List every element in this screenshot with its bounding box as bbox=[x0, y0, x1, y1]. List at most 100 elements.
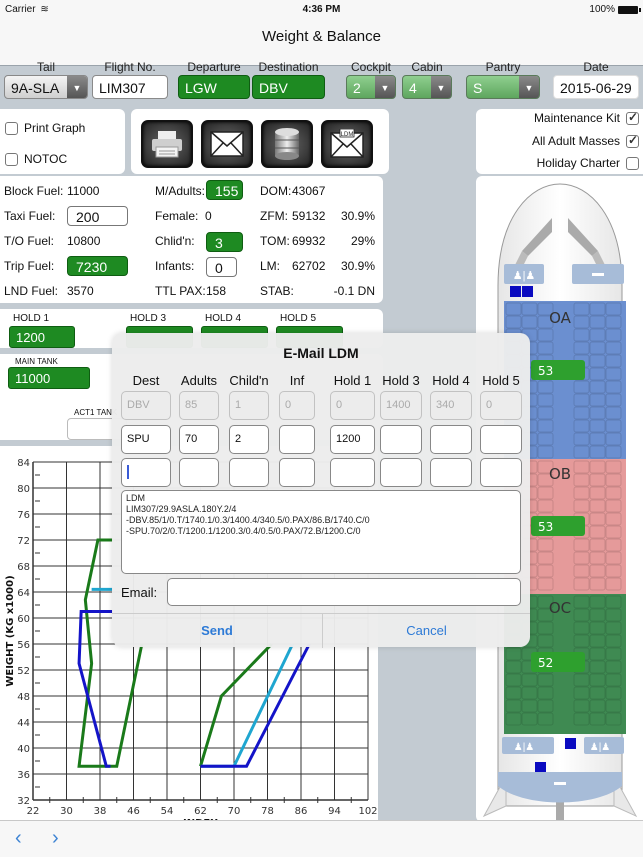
main-tank-input[interactable]: 11000 bbox=[8, 367, 90, 389]
front-galley bbox=[572, 264, 624, 284]
children-input[interactable]: 3 bbox=[206, 232, 243, 252]
y-tick-label: 84 bbox=[17, 458, 30, 469]
dom-value: 43067 bbox=[292, 184, 326, 198]
notoc-option[interactable]: NOTOC bbox=[5, 152, 67, 166]
x-tick-label: 22 bbox=[27, 806, 40, 817]
zfm-percent: 30.9% bbox=[340, 209, 375, 223]
database-button[interactable] bbox=[261, 120, 313, 168]
hold-4-label: HOLD 4 bbox=[205, 313, 242, 324]
ldm-cell-dest[interactable]: SPU bbox=[121, 425, 171, 454]
stab-label: STAB: bbox=[260, 284, 294, 298]
ldm-cell-hold-4[interactable] bbox=[430, 458, 472, 487]
crew-seat[interactable] bbox=[565, 738, 576, 749]
zone-name: OC bbox=[549, 599, 571, 617]
email-ldm-button[interactable]: LDM bbox=[321, 120, 373, 168]
trip-fuel-label: Trip Fuel: bbox=[4, 259, 55, 273]
tail-select[interactable]: 9A-SLA ▼ bbox=[4, 75, 88, 99]
adults-input[interactable]: 155 bbox=[206, 180, 243, 200]
battery-indicator: 100% bbox=[589, 4, 641, 15]
holiday-charter-option[interactable]: Holiday Charter bbox=[537, 156, 639, 170]
x-tick-label: 86 bbox=[295, 806, 308, 817]
rear-lavatory-right: ♟|♟ bbox=[584, 737, 624, 754]
maintenance-kit-option[interactable]: Maintenance Kit bbox=[534, 110, 639, 125]
chevron-down-icon: ▼ bbox=[67, 76, 87, 98]
bottom-toolbar: ‹ › bbox=[0, 820, 643, 857]
pantry-select[interactable]: S ▼ bbox=[466, 75, 540, 99]
notoc-label: NOTOC bbox=[24, 152, 68, 166]
battery-icon bbox=[618, 5, 641, 14]
ldm-cell-hold-5[interactable] bbox=[480, 458, 522, 487]
hold-1-label: HOLD 1 bbox=[13, 313, 50, 324]
ldm-cell-child-n: 1 bbox=[229, 391, 269, 420]
ldm-cell-hold-3[interactable] bbox=[380, 425, 422, 454]
ldm-message-textarea[interactable]: LDM LIM307/29.9ASLA.180Y.2/4 -DBV.85/1/0… bbox=[121, 490, 521, 574]
tom-value: 69932 bbox=[292, 234, 326, 248]
cockpit-select[interactable]: 2 ▼ bbox=[346, 75, 396, 99]
print-graph-checkbox[interactable] bbox=[5, 121, 18, 135]
departure-input[interactable]: LGW bbox=[178, 75, 250, 99]
takeoff-fuel-label: T/O Fuel: bbox=[4, 234, 55, 248]
date-input[interactable]: 2015-06-29 bbox=[553, 75, 639, 99]
crew-seat[interactable] bbox=[522, 286, 533, 297]
cancel-button[interactable]: Cancel bbox=[323, 614, 530, 648]
flight-number-input[interactable]: LIM307 bbox=[92, 75, 168, 99]
ldm-cell-hold-1: 0 bbox=[330, 391, 375, 420]
column-header: Dest bbox=[132, 373, 160, 388]
ldm-cell-hold-3[interactable] bbox=[380, 458, 422, 487]
ldm-cell-hold-1[interactable]: 1200 bbox=[330, 425, 375, 454]
ldm-cell-child-n[interactable]: 2 bbox=[229, 425, 269, 454]
x-tick-label: 54 bbox=[161, 806, 174, 817]
taxi-fuel-input[interactable]: 200 bbox=[67, 206, 128, 226]
chevron-down-icon: ▼ bbox=[375, 76, 395, 98]
destination-input[interactable]: DBV bbox=[252, 75, 325, 99]
infants-input[interactable]: 0 bbox=[206, 257, 237, 277]
infants-label: Infants: bbox=[155, 259, 195, 273]
email-label: Email: bbox=[121, 585, 158, 600]
zone-name: OB bbox=[549, 465, 571, 483]
all-adult-masses-label: All Adult Masses bbox=[531, 134, 620, 148]
load-summary-panel: Block Fuel: 11000 Taxi Fuel: 200 T/O Fue… bbox=[0, 176, 383, 303]
ldm-cell-inf[interactable] bbox=[279, 458, 315, 487]
ldm-cell-dest[interactable] bbox=[121, 458, 171, 487]
print-graph-option[interactable]: Print Graph bbox=[5, 121, 85, 135]
all-adult-masses-checkbox[interactable] bbox=[626, 133, 639, 148]
pantry-label: Pantry bbox=[485, 60, 521, 74]
forward-arrow-icon[interactable]: › bbox=[52, 827, 59, 850]
print-button[interactable] bbox=[141, 120, 193, 168]
y-tick-label: 68 bbox=[17, 562, 30, 573]
x-tick-label: 38 bbox=[94, 806, 107, 817]
ldm-cell-hold-5[interactable] bbox=[480, 425, 522, 454]
ldm-cell-adults[interactable] bbox=[179, 458, 219, 487]
ldm-cell-inf[interactable] bbox=[279, 425, 315, 454]
cabin-select[interactable]: 4 ▼ bbox=[402, 75, 452, 99]
series-line-2 bbox=[77, 610, 113, 768]
holiday-charter-checkbox[interactable] bbox=[626, 156, 639, 170]
hold-1-input[interactable]: 1200 bbox=[9, 326, 75, 348]
email-button[interactable] bbox=[201, 120, 253, 168]
destination-label: Destination bbox=[258, 60, 319, 74]
maintenance-kit-checkbox[interactable] bbox=[626, 110, 639, 125]
ldm-cell-adults[interactable]: 70 bbox=[179, 425, 219, 454]
crew-seat[interactable] bbox=[510, 286, 521, 297]
trip-fuel-input[interactable]: 7230 bbox=[67, 256, 128, 276]
column-header: Hold 5 bbox=[482, 373, 520, 388]
column-header: Child'n bbox=[229, 373, 269, 388]
front-lavatory: ♟|♟ bbox=[504, 264, 544, 284]
block-fuel-value: 11000 bbox=[67, 184, 100, 198]
email-input[interactable] bbox=[167, 578, 521, 606]
column-header: Hold 3 bbox=[382, 373, 420, 388]
ldm-cell-hold-4[interactable] bbox=[430, 425, 472, 454]
zfm-value: 59132 bbox=[292, 209, 326, 223]
restroom-icon: ♟|♟ bbox=[514, 742, 535, 753]
all-adult-masses-option[interactable]: All Adult Masses bbox=[531, 133, 639, 148]
crew-seat[interactable] bbox=[535, 762, 546, 773]
send-button[interactable]: Send bbox=[112, 614, 322, 648]
notoc-checkbox[interactable] bbox=[5, 152, 18, 166]
chevron-down-icon: ▼ bbox=[431, 76, 451, 98]
page-title: Weight & Balance bbox=[262, 28, 381, 45]
ldm-cell-child-n[interactable] bbox=[229, 458, 269, 487]
back-arrow-icon[interactable]: ‹ bbox=[15, 827, 22, 850]
tail-value: 9A-SLA bbox=[11, 80, 60, 96]
ldm-cell-hold-1[interactable] bbox=[330, 458, 375, 487]
pantry-value: S bbox=[473, 80, 483, 96]
